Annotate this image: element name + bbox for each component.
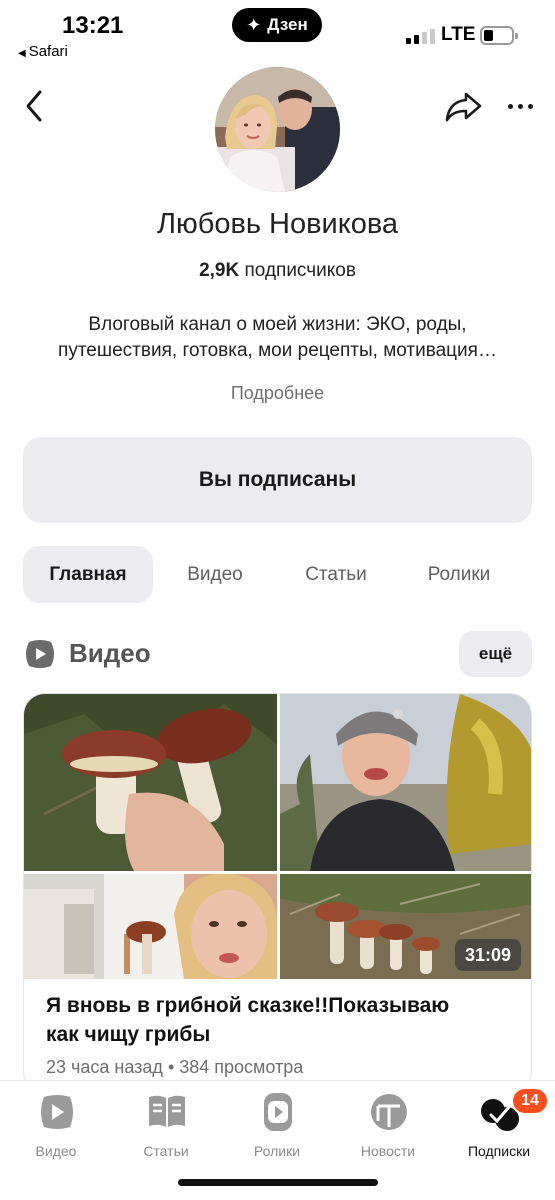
status-time: 13:21 bbox=[62, 12, 124, 39]
chevron-left-icon bbox=[26, 90, 42, 122]
video-thumbnail: 31:09 bbox=[24, 694, 531, 979]
bottom-nav-subscriptions[interactable]: 14 Подписки bbox=[449, 1087, 549, 1161]
tab-video[interactable]: Видео bbox=[153, 546, 277, 603]
video-section-title: Видео bbox=[69, 638, 151, 668]
video-meta: 23 часа назад • 384 просмотра bbox=[46, 1057, 304, 1077]
description-line: Влоговый канал о моей жизни: ЭКО, роды, bbox=[88, 314, 467, 335]
thumb-woman-kitchen bbox=[24, 874, 277, 979]
dzen-pill[interactable]: ✦ Дзен bbox=[232, 8, 322, 42]
video-card[interactable]: 31:09 Я вновь в грибной сказке!!Показыва… bbox=[23, 693, 532, 1093]
bottom-nav-label: Статьи bbox=[143, 1143, 189, 1159]
network-label: LTE bbox=[441, 24, 476, 45]
video-title-line: Я вновь в грибной сказке!!Показываю bbox=[46, 994, 450, 1017]
thumb-mushrooms-hand bbox=[24, 694, 277, 871]
bottom-nav-label: Ролики bbox=[253, 1143, 301, 1159]
dzen-pill-label: Дзен bbox=[267, 15, 308, 34]
video-title[interactable]: Я вновь в грибной сказке!!Показываю как … bbox=[46, 991, 516, 1049]
tab-shorts[interactable]: Ролики bbox=[395, 546, 523, 603]
back-button[interactable] bbox=[18, 86, 58, 126]
share-arrow-icon bbox=[445, 92, 482, 122]
tab-main[interactable]: Главная bbox=[23, 546, 153, 603]
subscriber-number: 2,9K bbox=[199, 260, 240, 281]
more-options-button[interactable] bbox=[500, 86, 540, 126]
bottom-nav-label: Новости bbox=[360, 1143, 416, 1159]
share-button[interactable] bbox=[442, 86, 484, 126]
shorts-icon bbox=[264, 1093, 292, 1131]
video-play-icon bbox=[41, 1095, 73, 1129]
bottom-nav-label: Видео bbox=[35, 1143, 77, 1159]
description-line: путешествия, готовка, мои рецепты, мотив… bbox=[58, 340, 497, 361]
battery-icon bbox=[480, 26, 518, 45]
back-to-app-link[interactable]: ◀ Safari bbox=[18, 43, 68, 60]
video-section-icon bbox=[26, 640, 54, 668]
home-indicator bbox=[178, 1179, 378, 1186]
signal-icon bbox=[406, 28, 435, 44]
channel-name: Любовь Новикова bbox=[156, 208, 399, 240]
status-bar: 13:21 ◀ Safari ✦ Дзен LTE bbox=[0, 0, 555, 70]
back-app-label: Safari bbox=[28, 43, 68, 60]
subscriber-count: 2,9K подписчиков bbox=[0, 260, 555, 282]
articles-book-icon bbox=[149, 1095, 185, 1127]
channel-description: Влоговый канал о моей жизни: ЭКО, роды, … bbox=[20, 312, 535, 364]
tab-articles[interactable]: Статьи bbox=[277, 546, 395, 603]
notification-badge: 14 bbox=[511, 1087, 549, 1115]
bottom-nav-news[interactable]: Новости bbox=[338, 1091, 438, 1161]
more-dots-icon bbox=[507, 103, 513, 109]
bottom-nav-shorts[interactable]: Ролики bbox=[227, 1091, 327, 1161]
subscriber-label: подписчиков bbox=[244, 260, 356, 281]
video-duration-badge: 31:09 bbox=[454, 939, 521, 971]
channel-avatar[interactable] bbox=[215, 67, 340, 192]
bottom-nav-video[interactable]: Видео bbox=[6, 1091, 106, 1161]
avatar-photo bbox=[215, 67, 340, 192]
bottom-nav-articles[interactable]: Статьи bbox=[116, 1091, 216, 1161]
news-icon bbox=[371, 1094, 407, 1130]
bottom-nav-label: Подписки bbox=[467, 1143, 531, 1159]
video-more-button[interactable]: ещё bbox=[459, 631, 532, 677]
back-triangle-icon: ◀ bbox=[18, 48, 26, 59]
thumb-woman-outdoors bbox=[280, 694, 531, 871]
channel-tabs: Главная Видео Статьи Ролики bbox=[23, 546, 532, 603]
more-info-link[interactable]: Подробнее bbox=[0, 383, 555, 404]
video-title-line: как чищу грибы bbox=[46, 1023, 211, 1046]
dzen-star-icon: ✦ bbox=[246, 14, 262, 35]
subscribed-button[interactable]: Вы подписаны bbox=[23, 437, 532, 523]
video-section-header: Видео ещё bbox=[23, 630, 532, 678]
